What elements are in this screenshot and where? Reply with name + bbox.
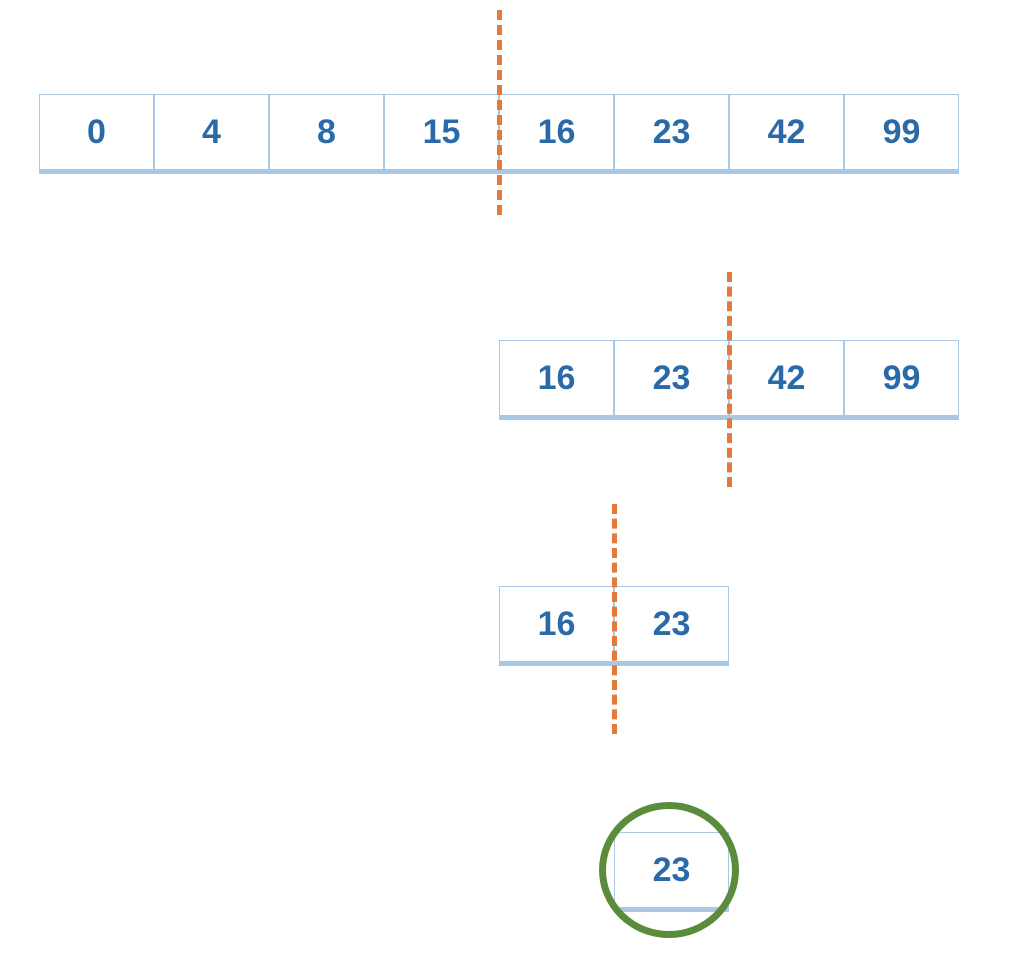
array-cell-r2-2: 42 (729, 340, 844, 416)
array-cell-r1-5: 23 (614, 94, 729, 170)
array-cell-r3-0: 16 (499, 586, 614, 662)
array-cell-r2-0: 16 (499, 340, 614, 416)
array-cell-r1-7: 99 (844, 94, 959, 170)
array-cell-r3-1: 23 (614, 586, 729, 662)
split-line-r3 (612, 504, 617, 734)
array-cell-r2-3: 99 (844, 340, 959, 416)
array-cell-r2-1: 23 (614, 340, 729, 416)
array-cell-r1-4: 16 (499, 94, 614, 170)
array-cell-r1-2: 8 (269, 94, 384, 170)
split-line-r2 (727, 272, 732, 487)
found-highlight-ring (599, 802, 739, 938)
array-cell-r1-0: 0 (39, 94, 154, 170)
split-line-r1 (497, 10, 502, 215)
array-cell-r1-3: 15 (384, 94, 499, 170)
array-cell-r1-1: 4 (154, 94, 269, 170)
array-cell-r1-6: 42 (729, 94, 844, 170)
